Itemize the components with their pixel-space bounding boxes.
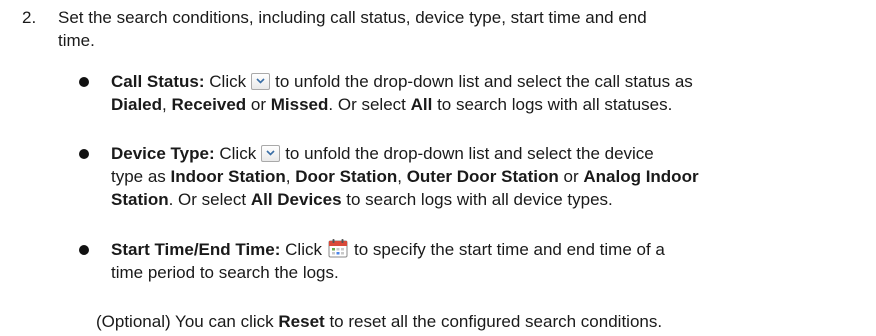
option-analog-indoor: Analog Indoor: [583, 167, 699, 186]
device-type-label: Device Type:: [111, 144, 215, 163]
text: or: [250, 95, 267, 114]
device-type-line-3: Station. Or select All Devices to search…: [111, 188, 851, 211]
text: ,: [285, 167, 291, 186]
option-all: All: [410, 95, 433, 114]
reset-label: Reset: [278, 312, 325, 331]
bullet-dot: [79, 77, 89, 87]
text-click: Click: [285, 240, 322, 259]
option-all-devices: All Devices: [250, 190, 342, 209]
step-2: 2. Set the search conditions, including …: [22, 6, 862, 52]
text: to search logs with all statuses.: [437, 95, 673, 114]
bullet-dot: [79, 149, 89, 159]
text: ,: [162, 95, 167, 114]
text: (Optional) You can click: [96, 312, 274, 331]
text: or: [563, 167, 579, 186]
document-page: 2. Set the search conditions, including …: [0, 0, 876, 336]
bullet-device-type: Device Type: Click to unfold the drop-dow…: [79, 142, 851, 211]
dropdown-arrow-icon: [261, 145, 281, 162]
option-dialed: Dialed: [111, 95, 163, 114]
text: type as: [111, 167, 166, 186]
text: . Or select: [168, 190, 247, 209]
text-click: Click: [209, 72, 247, 91]
bullet-call-status: Call Status: Click to unfold the drop-dow…: [79, 70, 851, 116]
text: . Or select: [328, 95, 406, 114]
option-missed: Missed: [270, 95, 329, 114]
device-type-line-2: type as Indoor Station, Door Station, Ou…: [111, 165, 851, 188]
bullet-time: Start Time/End Time: Click to specify th…: [79, 238, 851, 284]
text: to specify the start time and end time o…: [354, 240, 665, 259]
text: to reset all the configured search condi…: [329, 312, 663, 331]
text-click: Click: [219, 144, 257, 163]
text: ,: [397, 167, 402, 186]
call-status-label: Call Status:: [111, 72, 205, 91]
step-line-1: Set the search conditions, including cal…: [58, 8, 647, 27]
option-indoor-station: Indoor Station: [170, 167, 286, 186]
text: to search logs with all device types.: [346, 190, 613, 209]
text: to unfold the drop-down list and select …: [285, 144, 654, 163]
time-line-1: Start Time/End Time: Click to specify th…: [111, 238, 851, 261]
dropdown-arrow-icon: [251, 73, 271, 90]
text: to unfold the drop-down list and select …: [275, 72, 693, 91]
call-status-line-2: Dialed, Received or Missed. Or select Al…: [111, 93, 851, 116]
optional-note: (Optional) You can click Reset to reset …: [96, 310, 856, 333]
time-line-2: time period to search the logs.: [111, 263, 339, 282]
bullet-dot: [79, 245, 89, 255]
step-line-2: time.: [58, 31, 95, 50]
calendar-icon: [328, 238, 348, 258]
time-label: Start Time/End Time:: [111, 240, 281, 259]
call-status-line-1: Call Status: Click to unfold the drop-dow…: [111, 70, 851, 93]
option-door-station: Door Station: [295, 167, 398, 186]
option-analog-indoor-station-cont: Station: [111, 190, 169, 209]
step-number: 2.: [22, 8, 37, 27]
step-description: Set the search conditions, including cal…: [58, 6, 862, 52]
option-received: Received: [171, 95, 247, 114]
device-type-line-1: Device Type: Click to unfold the drop-dow…: [111, 142, 851, 165]
option-outer-door-station: Outer Door Station: [406, 167, 559, 186]
